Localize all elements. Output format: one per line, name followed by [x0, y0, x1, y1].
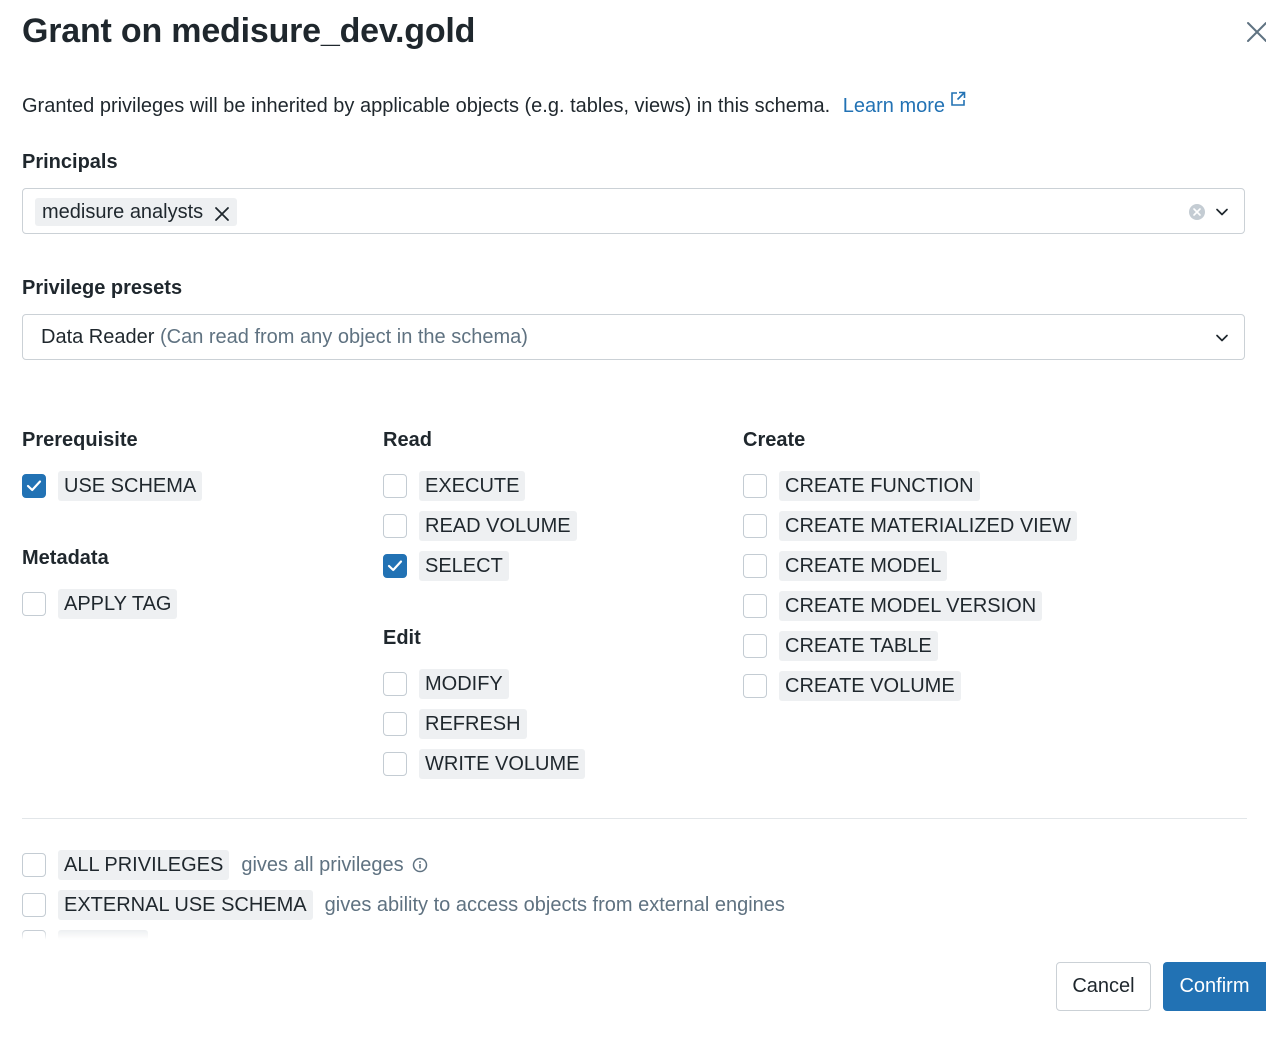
learn-more-link[interactable]: Learn more: [842, 91, 966, 117]
privilege-checkbox[interactable]: [22, 853, 46, 877]
privilege-checkbox[interactable]: [383, 712, 407, 736]
privilege-checkbox[interactable]: [743, 674, 767, 698]
privilege-checkbox[interactable]: [383, 554, 407, 578]
privilege-label: CREATE MATERIALIZED VIEW: [779, 511, 1077, 541]
principal-chip: medisure analysts: [35, 198, 238, 226]
privilege-create-model[interactable]: CREATE MODEL: [743, 551, 948, 581]
privilege-label: REFRESH: [419, 709, 527, 739]
privilege-checkbox[interactable]: [743, 594, 767, 618]
privilege-checkbox[interactable]: [383, 514, 407, 538]
checkmark-icon: [26, 480, 42, 492]
privilege-hint: gives ability to access objects from ext…: [324, 893, 785, 916]
privilege-create-materialized-view[interactable]: CREATE MATERIALIZED VIEW: [743, 511, 1077, 541]
cancel-button[interactable]: Cancel: [1056, 962, 1151, 1011]
presets-select[interactable]: Data Reader (Can read from any object in…: [22, 314, 1245, 360]
dialog-description: Granted privileges will be inherited by …: [22, 95, 831, 117]
privilege-label: CREATE TABLE: [779, 631, 938, 661]
privilege-label: CREATE MODEL VERSION: [779, 591, 1043, 621]
privilege-select[interactable]: SELECT: [383, 551, 509, 581]
privilege-external-use-schema[interactable]: EXTERNAL USE SCHEMA gives ability to acc…: [22, 890, 785, 920]
chevron-down-icon[interactable]: [1214, 330, 1230, 346]
group-heading-read: Read: [383, 429, 432, 451]
section-divider: [22, 818, 1247, 819]
privilege-label: USE SCHEMA: [58, 471, 203, 501]
privilege-label: WRITE VOLUME: [419, 749, 586, 779]
privilege-hint: gives all privileges: [241, 853, 404, 876]
privilege-execute[interactable]: EXECUTE: [383, 471, 526, 501]
privilege-apply-tag[interactable]: APPLY TAG: [22, 589, 178, 619]
group-heading-create: Create: [743, 429, 806, 451]
learn-more-label: Learn more: [842, 95, 946, 117]
privilege-checkbox[interactable]: [383, 672, 407, 696]
privilege-checkbox[interactable]: [383, 474, 407, 498]
external-link-icon: [951, 91, 966, 106]
privilege-label: SELECT: [419, 551, 509, 581]
privilege-label: APPLY TAG: [58, 589, 178, 619]
group-heading-prerequisite: Prerequisite: [22, 429, 138, 451]
principals-label: Principals: [22, 151, 118, 173]
privilege-modify[interactable]: MODIFY: [383, 669, 509, 699]
preset-hint: (Can read from any object in the schema): [159, 326, 528, 348]
close-icon: [215, 207, 230, 221]
privilege-label: EXECUTE: [419, 471, 526, 501]
close-icon: [1247, 22, 1266, 42]
dialog-description-row: Granted privileges will be inherited by …: [22, 91, 966, 118]
privilege-refresh[interactable]: REFRESH: [383, 709, 527, 739]
checkmark-icon: [387, 560, 403, 572]
privilege-read-volume[interactable]: READ VOLUME: [383, 511, 577, 541]
info-icon[interactable]: [412, 857, 428, 873]
privilege-create-function[interactable]: CREATE FUNCTION: [743, 471, 980, 501]
confirm-button[interactable]: Confirm: [1163, 962, 1266, 1011]
privilege-label: CREATE FUNCTION: [779, 471, 980, 501]
clear-circle-icon[interactable]: [1188, 203, 1206, 221]
privilege-create-model-version[interactable]: CREATE MODEL VERSION: [743, 591, 1043, 621]
principal-chip-label: medisure analysts: [42, 201, 204, 223]
chevron-down-icon[interactable]: [1214, 204, 1230, 220]
dialog-title: Grant on medisure_dev.gold: [22, 12, 476, 50]
close-button[interactable]: [1244, 19, 1266, 45]
privilege-checkbox[interactable]: [22, 474, 46, 498]
group-heading-edit: Edit: [383, 627, 421, 649]
remove-principal-button[interactable]: [213, 203, 231, 221]
privilege-label: EXTERNAL USE SCHEMA: [58, 890, 313, 920]
scroll-fade: [0, 930, 1266, 954]
privilege-checkbox[interactable]: [743, 514, 767, 538]
privilege-checkbox[interactable]: [743, 634, 767, 658]
privilege-checkbox[interactable]: [22, 592, 46, 616]
privilege-label: CREATE MODEL: [779, 551, 948, 581]
privilege-checkbox[interactable]: [22, 893, 46, 917]
privilege-use-schema[interactable]: USE SCHEMA: [22, 471, 203, 501]
privilege-label: READ VOLUME: [419, 511, 577, 541]
privilege-label: CREATE VOLUME: [779, 671, 961, 701]
privilege-all-privileges[interactable]: ALL PRIVILEGES gives all privileges: [22, 850, 428, 880]
privilege-create-volume[interactable]: CREATE VOLUME: [743, 671, 961, 701]
principals-select[interactable]: medisure analysts: [22, 188, 1245, 234]
privilege-write-volume[interactable]: WRITE VOLUME: [383, 749, 586, 779]
presets-label: Privilege presets: [22, 277, 183, 299]
privilege-label: MODIFY: [419, 669, 509, 699]
preset-value: Data Reader (Can read from any object in…: [41, 326, 528, 349]
privilege-checkbox[interactable]: [743, 554, 767, 578]
privilege-label: ALL PRIVILEGES: [58, 850, 230, 880]
preset-name: Data Reader: [41, 326, 155, 348]
privilege-checkbox[interactable]: [743, 474, 767, 498]
group-heading-metadata: Metadata: [22, 547, 109, 569]
privilege-checkbox[interactable]: [383, 752, 407, 776]
privilege-create-table[interactable]: CREATE TABLE: [743, 631, 938, 661]
